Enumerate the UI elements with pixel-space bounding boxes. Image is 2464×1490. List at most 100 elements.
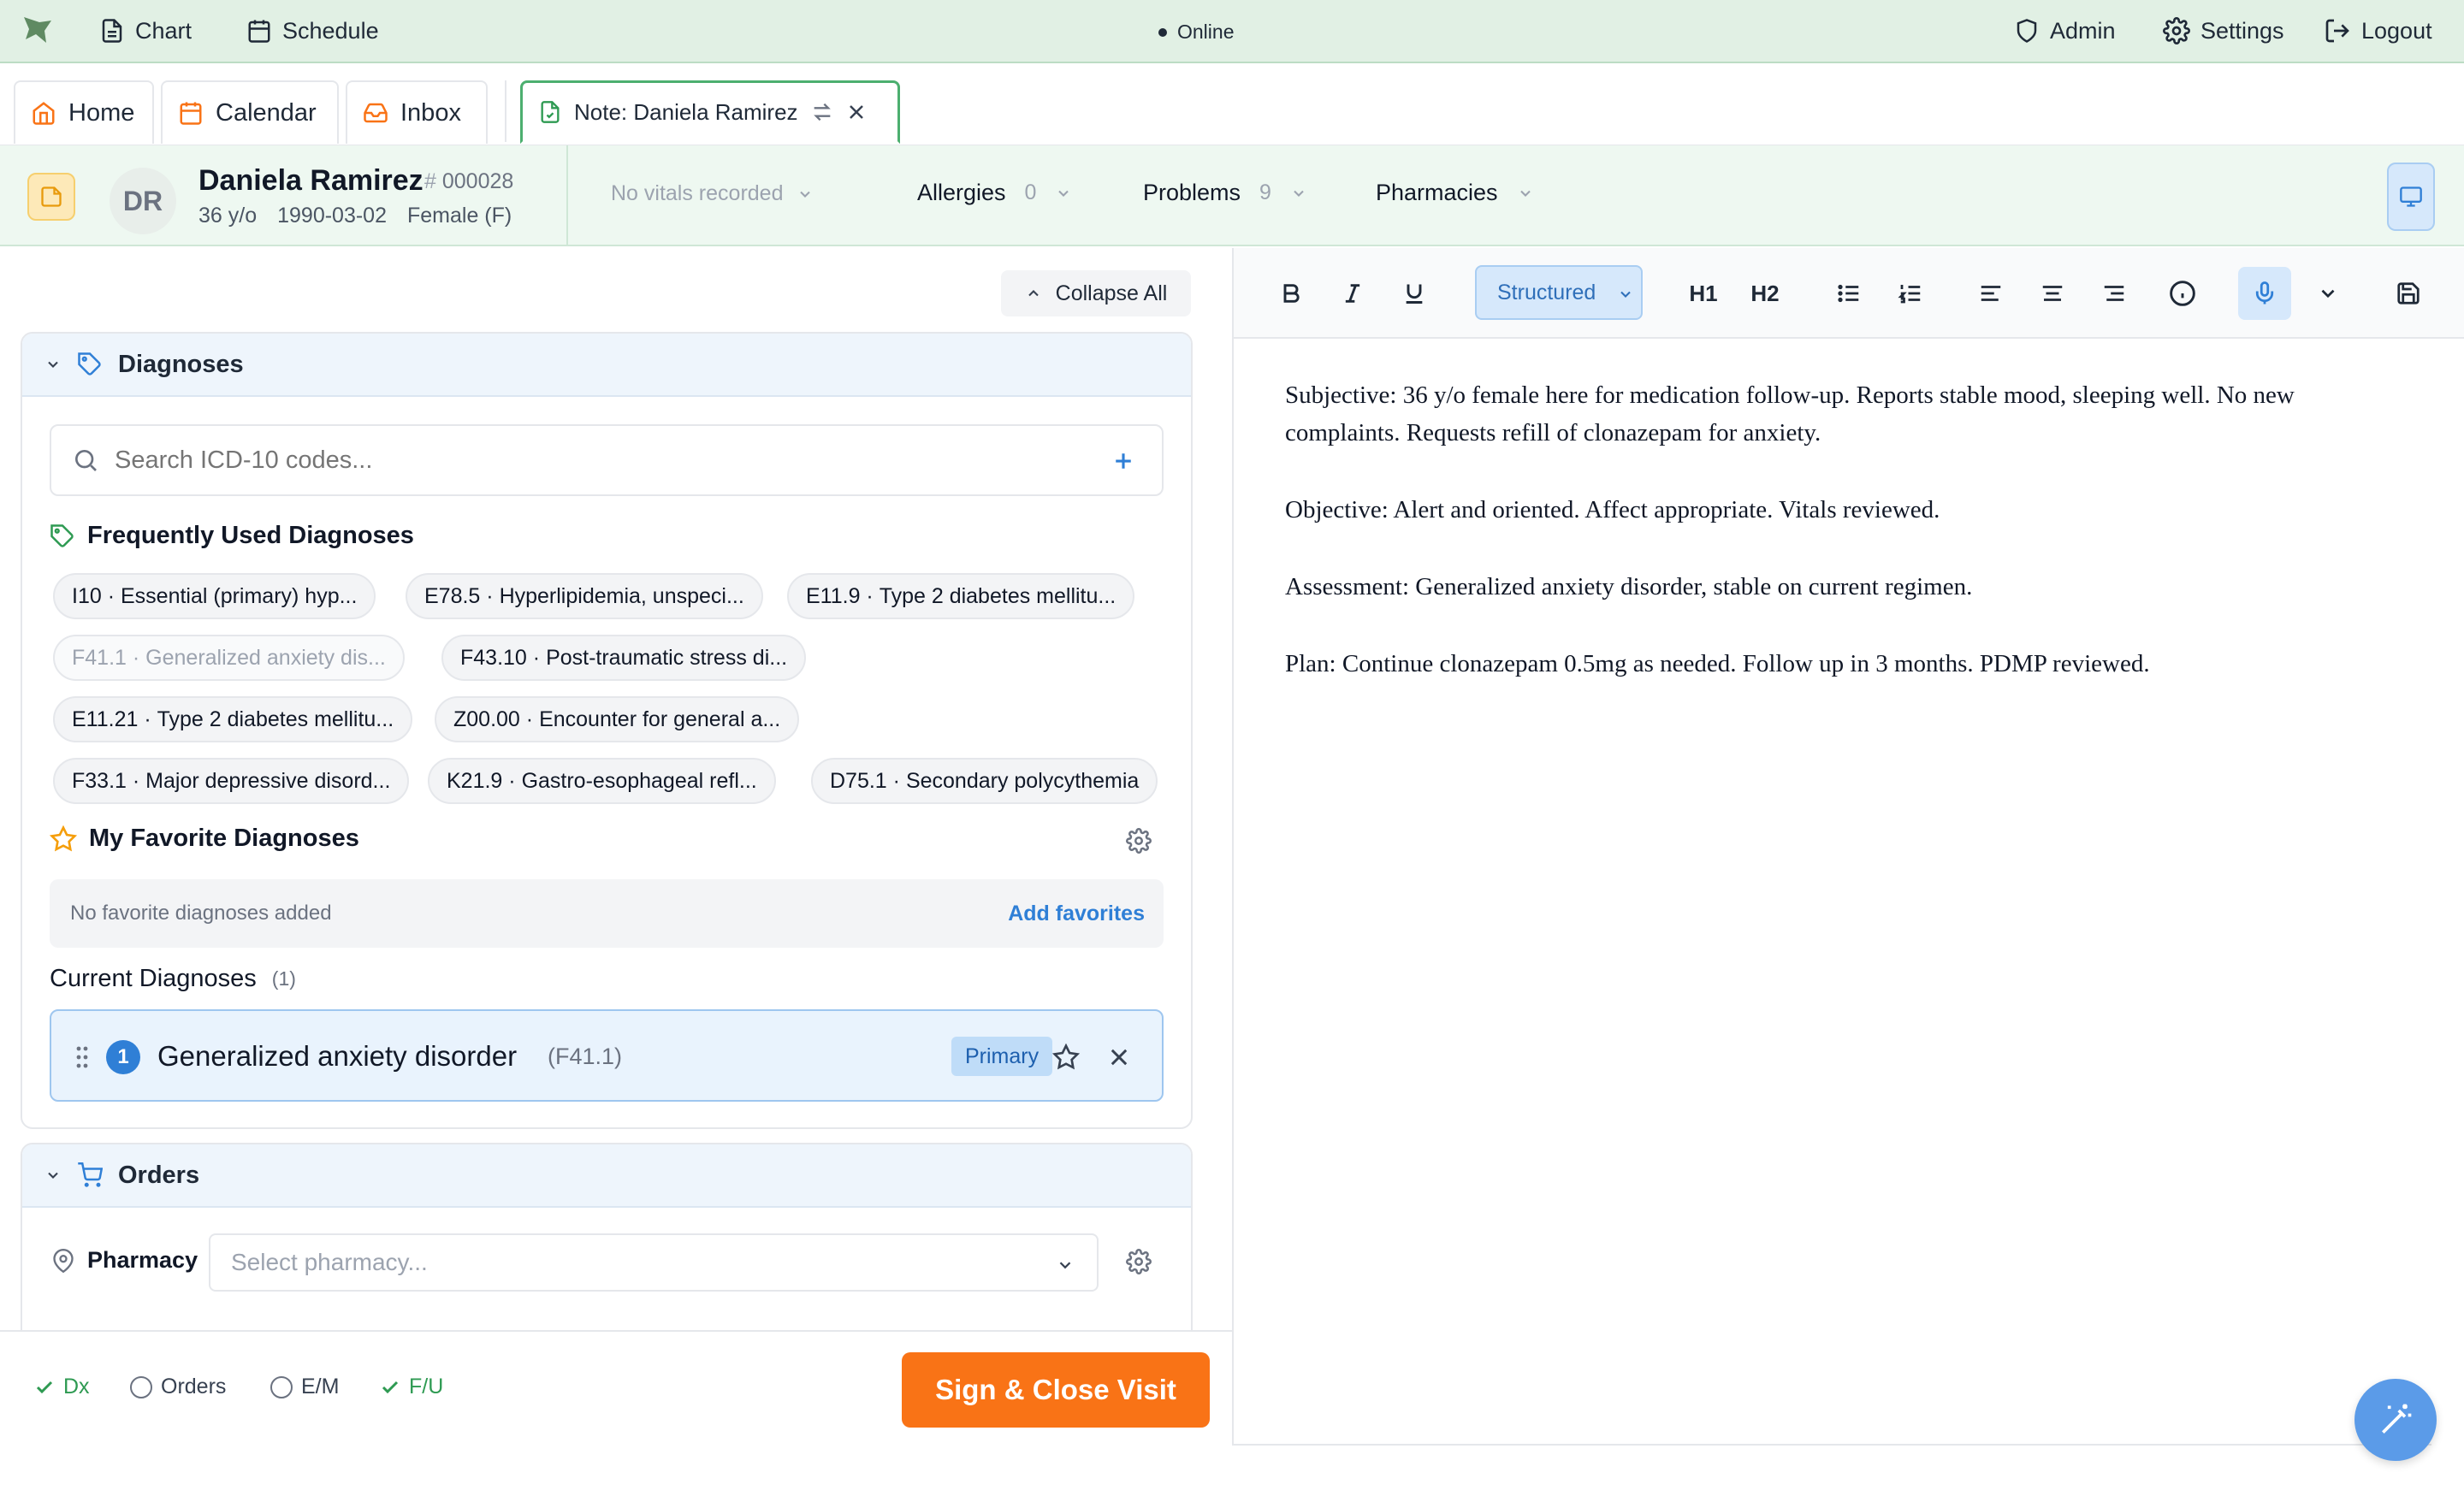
orders-title: Orders <box>118 1161 200 1189</box>
app-logo-icon[interactable] <box>21 14 55 48</box>
problems-dropdown[interactable]: Problems 9 <box>1143 180 1307 206</box>
pharmacies-dropdown[interactable]: Pharmacies <box>1376 180 1534 206</box>
inbox-icon <box>364 103 388 123</box>
current-title-label: Current Diagnoses <box>50 965 257 992</box>
patient-dob: 1990-03-02 <box>277 204 387 228</box>
cart-icon <box>78 1162 103 1187</box>
frequent-dx-chip[interactable]: E11.21 · Type 2 diabetes mellitu... <box>53 696 413 742</box>
frequent-dx-chip[interactable]: K21.9 · Gastro-esophageal refl... <box>428 758 776 804</box>
star-icon[interactable] <box>1052 1044 1080 1071</box>
heading1-button[interactable]: H1 <box>1677 267 1730 320</box>
tab-bar: Home Calendar Inbox Note: Daniela Ramire… <box>0 65 2464 145</box>
chevron-down-icon <box>1058 190 1069 197</box>
dictation-button[interactable] <box>2238 267 2291 320</box>
ai-assist-button[interactable] <box>2354 1379 2437 1461</box>
gear-icon <box>2163 17 2190 44</box>
frequent-dx-chip[interactable]: D75.1 · Secondary polycythemia <box>811 758 1158 804</box>
circle-icon <box>130 1375 152 1398</box>
close-icon[interactable] <box>1107 1045 1131 1069</box>
underline-button[interactable] <box>1388 267 1441 320</box>
align-right-icon <box>2104 286 2124 301</box>
tab-note[interactable]: Note: Daniela Ramirez <box>520 80 900 144</box>
nav-settings[interactable]: Settings <box>2163 17 2284 44</box>
frequent-dx-chip[interactable]: F43.10 · Post-traumatic stress di... <box>441 635 807 681</box>
collapse-all-label: Collapse All <box>1055 281 1168 305</box>
current-diagnosis-row[interactable]: 1 Generalized anxiety disorder (F41.1) P… <box>50 1009 1164 1102</box>
note-mode-select[interactable]: Structured <box>1475 265 1643 320</box>
align-left-button[interactable] <box>1964 267 2017 320</box>
frequent-dx-chip[interactable]: E78.5 · Hyperlipidemia, unspeci... <box>406 573 763 619</box>
italic-button[interactable] <box>1326 267 1379 320</box>
document-icon <box>102 19 122 43</box>
nav-logout[interactable]: Logout <box>2324 17 2432 44</box>
heading2-button[interactable]: H2 <box>1738 267 1792 320</box>
primary-badge[interactable]: Primary <box>951 1037 1053 1076</box>
checklist-em[interactable]: E/M <box>270 1375 339 1399</box>
numbered-list-button[interactable] <box>1884 267 1937 320</box>
frequent-dx-chip[interactable]: E11.9 · Type 2 diabetes mellitu... <box>787 573 1135 619</box>
checklist-fu[interactable]: F/U <box>380 1375 443 1399</box>
note-file-icon <box>541 101 560 123</box>
frequent-dx-chip[interactable]: F41.1 · Generalized anxiety dis... <box>53 635 405 681</box>
nav-schedule[interactable]: Schedule <box>246 17 379 44</box>
tab-home[interactable]: Home <box>14 80 154 144</box>
nav-chart[interactable]: Chart <box>99 17 192 44</box>
frequent-dx-chip[interactable]: I10 · Essential (primary) hyp... <box>53 573 376 619</box>
patient-mrn: # 000028 <box>424 169 513 194</box>
close-icon[interactable] <box>846 102 867 122</box>
tab-inbox[interactable]: Inbox <box>346 80 488 144</box>
chip-code: E11.9 <box>806 583 861 608</box>
checklist-orders[interactable]: Orders <box>130 1375 226 1399</box>
left-panel: Collapse All Diagnoses Frequently Used D… <box>0 248 1215 1330</box>
swap-icon[interactable] <box>810 100 834 124</box>
chip-desc: Post-traumatic stress di... <box>546 645 788 670</box>
chip-desc: Hyperlipidemia, unspeci... <box>499 583 744 608</box>
display-toggle-button[interactable] <box>2387 163 2435 231</box>
chevron-down-icon <box>1620 291 1631 298</box>
icd-search-input[interactable] <box>115 446 1056 475</box>
note-assessment: Assessment: Generalized anxiety disorder… <box>1285 573 1973 600</box>
diagnosis-rank-badge: 1 <box>106 1040 140 1074</box>
checklist-dx[interactable]: Dx <box>34 1375 90 1399</box>
icd-search-field[interactable] <box>50 424 1164 496</box>
collapse-all-button[interactable]: Collapse All <box>1001 270 1191 316</box>
sticky-note-button[interactable] <box>27 173 75 221</box>
orders-header[interactable]: Orders <box>22 1144 1191 1208</box>
info-button[interactable] <box>2156 267 2209 320</box>
frequent-dx-chip[interactable]: Z00.00 · Encounter for general a... <box>435 696 800 742</box>
avatar-initials: DR <box>122 185 163 216</box>
drag-handle-icon[interactable] <box>75 1045 89 1069</box>
diagnosis-name: Generalized anxiety disorder <box>157 1040 518 1072</box>
save-button[interactable] <box>2382 267 2435 320</box>
calendar-icon <box>248 20 270 43</box>
diagnoses-header[interactable]: Diagnoses <box>22 334 1191 397</box>
bullet-list-button[interactable] <box>1822 267 1875 320</box>
frequent-dx-chip[interactable]: F33.1 · Major depressive disord... <box>53 758 410 804</box>
frequent-title-label: Frequently Used Diagnoses <box>87 522 414 549</box>
vitals-dropdown[interactable]: No vitals recorded <box>611 181 814 206</box>
check-icon <box>382 1381 399 1393</box>
h1-label: H1 <box>1689 280 1718 306</box>
note-body[interactable]: Subjective: 36 y/o female here for medic… <box>1285 376 2414 722</box>
gear-icon[interactable] <box>1126 1249 1152 1274</box>
tab-calendar[interactable]: Calendar <box>161 80 339 144</box>
align-right-button[interactable] <box>2088 267 2141 320</box>
align-center-button[interactable] <box>2026 267 2079 320</box>
gear-icon[interactable] <box>1126 828 1152 854</box>
align-center-icon <box>2042 286 2063 301</box>
editor-toolbar: Structured H1 H2 <box>1234 248 2464 339</box>
nav-admin[interactable]: Admin <box>2014 17 2116 44</box>
pharmacy-select[interactable]: Select pharmacy... <box>209 1233 1099 1292</box>
sign-close-button[interactable]: Sign & Close Visit <box>902 1352 1210 1428</box>
add-favorites-link[interactable]: Add favorites <box>1008 902 1145 926</box>
map-pin-icon <box>53 1248 74 1273</box>
bold-button[interactable] <box>1265 267 1318 320</box>
note-plan: Plan: Continue clonazepam 0.5mg as neede… <box>1285 650 2150 677</box>
diagnosis-code: (F41.1) <box>548 1044 623 1069</box>
patient-demographics: 36 y/o 1990-03-02 Female (F) <box>198 204 512 228</box>
nav-admin-label: Admin <box>2050 17 2116 44</box>
plus-icon[interactable] <box>1111 448 1136 474</box>
connection-status: Online <box>1158 21 1234 44</box>
allergies-dropdown[interactable]: Allergies 0 <box>917 180 1072 206</box>
dictation-options-button[interactable] <box>2301 267 2354 320</box>
